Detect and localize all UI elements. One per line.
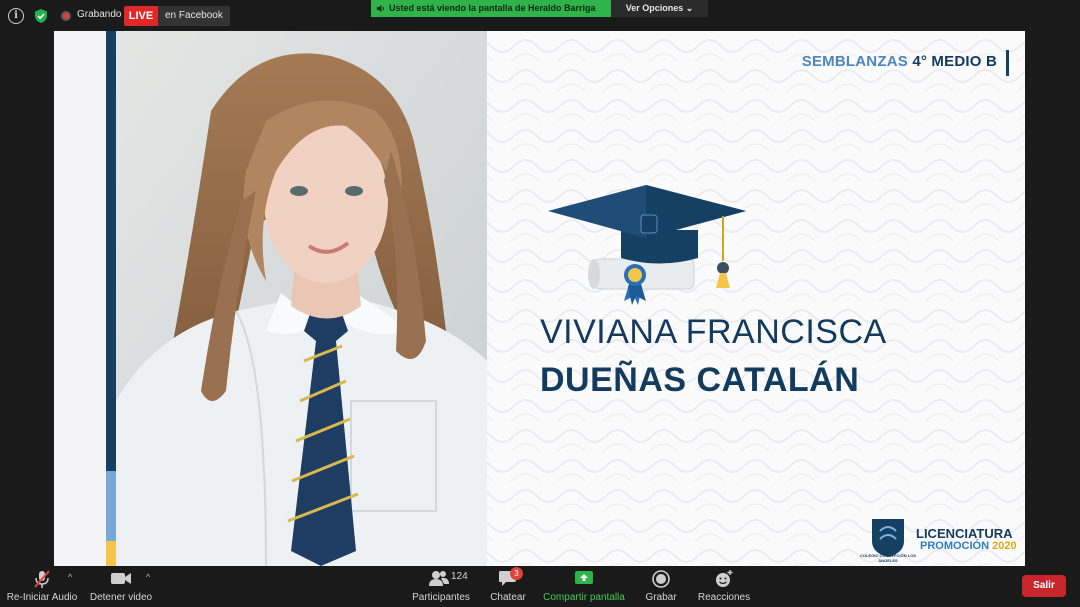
chat-button[interactable]: Chatear bbox=[486, 566, 530, 607]
shield-icon[interactable] bbox=[33, 8, 49, 24]
participants-label: Participantes bbox=[412, 592, 470, 603]
accent-stripe bbox=[106, 541, 116, 566]
footer-title: LICENCIATURA bbox=[916, 526, 1013, 541]
reactions-button[interactable]: Reacciones bbox=[696, 566, 752, 607]
student-surnames: DUEÑAS CATALÁN bbox=[540, 361, 860, 399]
footer-sub-year: 2020 bbox=[992, 540, 1017, 552]
live-destination[interactable]: en Facebook bbox=[158, 6, 230, 26]
footer-subtitle: PROMOCIÓN 2020 bbox=[920, 540, 1017, 552]
header-class: 4° MEDIO B bbox=[912, 53, 997, 70]
reactions-label: Reacciones bbox=[697, 592, 751, 603]
participants-icon bbox=[429, 571, 449, 586]
share-screen-label: Compartir pantalla bbox=[543, 592, 625, 603]
camera-icon bbox=[111, 573, 131, 584]
info-icon[interactable]: i bbox=[8, 8, 24, 24]
recording-label[interactable]: Grabando bbox=[77, 9, 121, 20]
record-button-icon bbox=[652, 570, 670, 588]
audio-options-caret[interactable]: ^ bbox=[68, 572, 72, 582]
view-options-button[interactable]: Ver Opciones ⌄ bbox=[611, 0, 708, 17]
student-photo bbox=[116, 31, 487, 566]
chat-label: Chatear bbox=[490, 592, 526, 603]
slide-header: SEMBLANZAS 4° MEDIO B bbox=[802, 53, 997, 70]
record-label: Grabar bbox=[645, 592, 677, 603]
share-screen-icon bbox=[575, 571, 593, 584]
zoom-meeting-window: i Grabando LIVE en Facebook Usted está v… bbox=[0, 0, 1080, 607]
shared-slide: SEMBLANZAS 4° MEDIO B VIVIANA FRANCISCA … bbox=[54, 31, 1025, 566]
speaker-icon bbox=[376, 4, 384, 13]
video-label: Detener video bbox=[89, 592, 153, 603]
leave-meeting-button[interactable]: Salir bbox=[1022, 575, 1066, 597]
share-banner-text: Usted está viendo la pantalla de Heraldo… bbox=[389, 3, 596, 13]
accent-stripe bbox=[106, 471, 116, 541]
mic-muted-icon bbox=[34, 570, 50, 588]
footer-sub-prefix: PROMOCIÓN bbox=[920, 540, 990, 552]
screen-share-banner: Usted está viendo la pantalla de Heraldo… bbox=[371, 0, 611, 17]
reaction-icon bbox=[716, 570, 733, 587]
top-bar: i Grabando LIVE en Facebook Usted está v… bbox=[0, 0, 1080, 31]
participants-count: 124 bbox=[451, 571, 468, 582]
audio-label: Re-Iniciar Audio bbox=[6, 592, 78, 603]
chat-unread-badge: 3 bbox=[510, 567, 523, 580]
share-screen-button[interactable]: Compartir pantalla bbox=[542, 566, 626, 607]
header-prefix: SEMBLANZAS bbox=[801, 53, 908, 70]
record-icon bbox=[61, 11, 71, 21]
student-first-names: VIVIANA FRANCISCA bbox=[540, 313, 887, 351]
slide-left-margin bbox=[54, 31, 106, 566]
video-options-caret[interactable]: ^ bbox=[146, 572, 150, 582]
graduation-cap-icon bbox=[548, 185, 746, 305]
school-logo-caption: COLEGIO CONCEPCIÓN LOS ÁNGELES bbox=[859, 553, 916, 563]
record-button[interactable]: Grabar bbox=[640, 566, 682, 607]
live-badge[interactable]: LIVE bbox=[124, 6, 158, 26]
meeting-toolbar: Re-Iniciar Audio ^ Detener video ^ Parti… bbox=[0, 566, 1080, 607]
header-divider bbox=[1006, 50, 1009, 76]
accent-stripe bbox=[106, 31, 116, 471]
